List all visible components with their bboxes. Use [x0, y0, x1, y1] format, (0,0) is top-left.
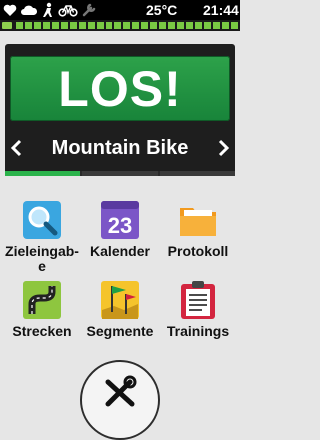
app-label: Zieleingab- e: [5, 243, 79, 274]
app-strecken[interactable]: Strecken: [3, 280, 81, 339]
temperature-readout: 25°C: [146, 2, 178, 18]
app-label: Trainings: [166, 323, 230, 339]
profile-indicator-segment: [159, 171, 235, 176]
app-label: Protokoll: [167, 243, 229, 259]
heart-icon: [3, 4, 17, 16]
calendar-icon: 23: [101, 201, 139, 239]
search-icon: [23, 201, 61, 239]
app-label: Strecken: [12, 323, 72, 339]
previous-profile-arrow-icon[interactable]: [10, 136, 24, 160]
wrench-icon: [82, 3, 96, 17]
route-icon: [23, 281, 61, 319]
app-segmente[interactable]: Segmente: [81, 280, 159, 339]
cloud-icon: [21, 5, 38, 15]
segment-flag-icon: [101, 281, 139, 319]
app-zieleingabe[interactable]: Zieleingab- e: [3, 200, 81, 274]
profile-page-indicator: [5, 171, 235, 176]
tools-icon: [105, 375, 137, 407]
app-trainings[interactable]: Trainings: [159, 280, 237, 339]
app-label: Segmente: [86, 323, 154, 339]
profile-indicator-segment: [5, 171, 81, 176]
tools-button[interactable]: [80, 360, 160, 440]
activity-profile-selector: Mountain Bike: [5, 128, 235, 168]
bike-icon: [58, 5, 78, 17]
calendar-day: 23: [108, 213, 132, 238]
go-button[interactable]: LOS!: [10, 56, 230, 121]
status-bar: 25°C 21:44: [0, 0, 240, 20]
folder-icon: [180, 208, 216, 236]
battery-bar: [0, 20, 240, 31]
battery-icon: [2, 22, 12, 29]
app-protokoll[interactable]: Protokoll: [159, 200, 237, 259]
status-icons: [3, 1, 97, 19]
profile-indicator-segment: [82, 171, 158, 176]
app-label: Kalender: [90, 243, 150, 259]
person-icon: [43, 2, 52, 17]
app-kalender[interactable]: 23 Kalender: [81, 200, 159, 259]
clipboard-icon: [181, 281, 215, 319]
clock: 21:44: [203, 2, 239, 18]
activity-profile-label[interactable]: Mountain Bike: [52, 137, 189, 160]
next-profile-arrow-icon[interactable]: [216, 136, 230, 160]
battery-level-segments: [16, 22, 238, 29]
